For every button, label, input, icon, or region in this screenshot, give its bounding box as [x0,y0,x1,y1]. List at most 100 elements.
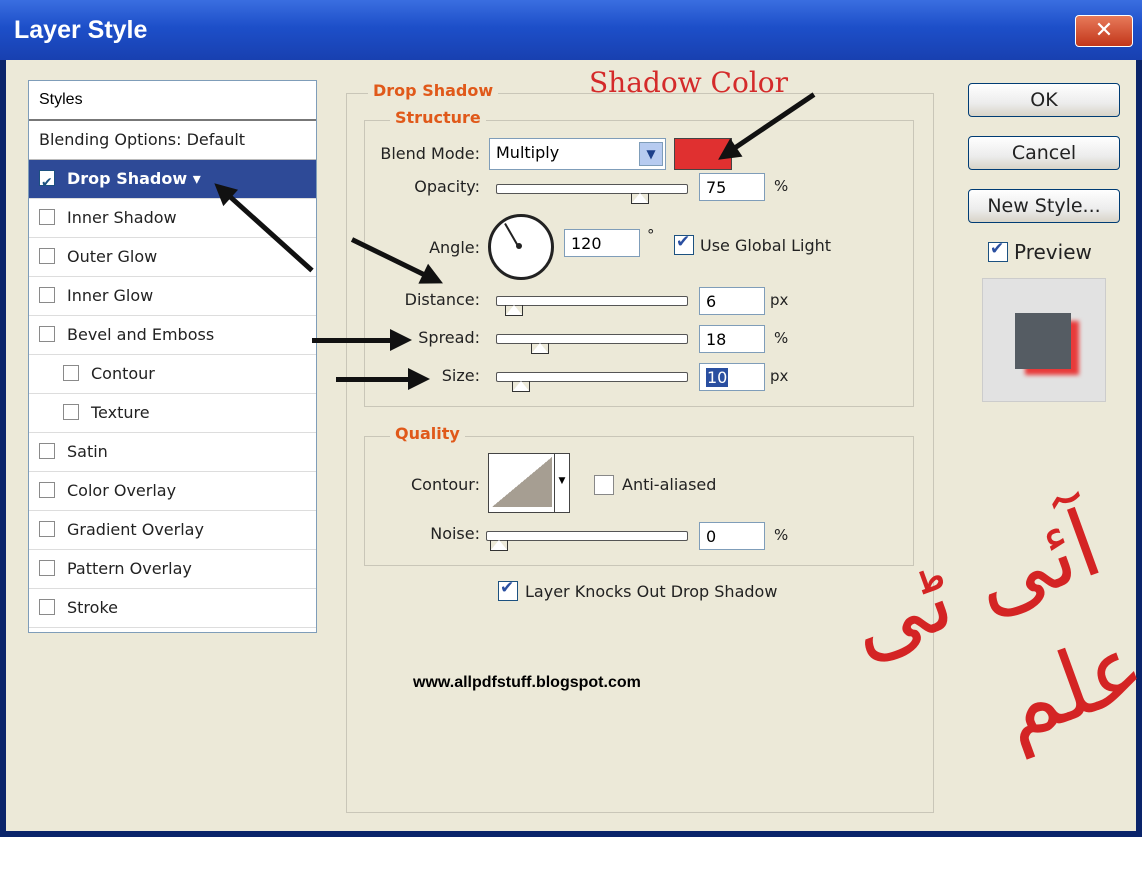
opacity-slider-thumb[interactable] [630,193,649,204]
size-field[interactable]: 10 [699,363,765,391]
size-unit: px [770,367,789,385]
distance-unit: px [770,291,789,309]
new-style-button[interactable]: New Style... [968,189,1120,223]
preview-thumbnail [982,278,1106,402]
shadow-color-annotation: Shadow Color [589,66,789,99]
distance-slider[interactable] [496,296,688,306]
style-item[interactable]: Pattern Overlay [29,550,316,589]
style-item-label: Inner Shadow [67,208,177,227]
noise-unit: % [774,526,789,544]
spread-field[interactable]: 18 [699,325,765,353]
style-checkbox[interactable] [39,325,55,342]
style-item[interactable]: Bevel and Emboss [29,316,316,355]
structure-title: Structure [390,108,486,127]
size-slider-thumb[interactable] [512,381,531,392]
drop-shadow-title: Drop Shadow [368,81,499,100]
arrow-annotation-spread [312,329,412,351]
style-item[interactable]: Drop Shadow ▾ [29,160,316,202]
window-title: Layer Style [14,16,148,44]
title-bar: Layer Style ✕ [0,0,1142,60]
chevron-down-icon: ▾ [187,169,201,188]
chevron-down-icon[interactable]: ▼ [639,142,663,166]
styles-header[interactable]: Styles [29,81,316,121]
style-item[interactable]: Color Overlay [29,472,316,511]
style-item-label: Outer Glow [67,247,158,266]
style-item-label: Contour [91,364,155,383]
style-item[interactable]: Gradient Overlay [29,511,316,550]
style-checkbox[interactable] [39,520,55,537]
contour-dropdown-icon[interactable]: ▼ [554,454,569,512]
style-item-label: Gradient Overlay [67,520,204,539]
style-checkbox[interactable] [39,481,55,498]
style-item[interactable]: Outer Glow [29,238,316,277]
spread-slider[interactable] [496,334,688,344]
contour-picker[interactable]: ▼ [488,453,570,513]
style-checkbox[interactable] [39,598,55,615]
blend-mode-value: Multiply [496,143,560,162]
close-button[interactable]: ✕ [1075,15,1133,47]
size-value-selected: 10 [706,368,729,387]
style-item-label: Inner Glow [67,286,154,305]
dialog-client: Styles Blending Options: Default Drop Sh… [6,60,1142,831]
knockout-checkbox[interactable] [498,578,518,601]
opacity-unit: % [774,177,789,195]
contour-preview [492,457,552,507]
style-items: Drop Shadow ▾ Inner Shadow Outer Glow Inner… [29,160,316,628]
spread-unit: % [774,329,789,347]
style-item[interactable]: Satin [29,433,316,472]
use-global-light-checkbox[interactable] [674,232,694,255]
noise-field[interactable]: 0 [699,522,765,550]
style-item-label: Satin [67,442,108,461]
angle-field[interactable]: 120 [564,229,640,257]
style-checkbox[interactable] [39,442,55,459]
style-checkbox[interactable] [39,247,55,264]
use-global-light-label: Use Global Light [700,236,832,255]
angle-center [516,243,522,249]
style-item[interactable]: Stroke [29,589,316,628]
quality-title: Quality [390,424,465,443]
noise-slider[interactable] [486,531,688,541]
spread-slider-thumb[interactable] [531,343,550,354]
style-checkbox[interactable] [39,286,55,303]
style-item-label: Drop Shadow [67,169,188,188]
style-checkbox[interactable] [63,364,79,381]
contour-label: Contour: [411,475,480,494]
style-item-label: Color Overlay [67,481,177,500]
quality-group [364,436,914,566]
style-checkbox[interactable] [39,164,55,202]
noise-slider-thumb[interactable] [490,540,508,551]
opacity-slider[interactable] [496,184,688,194]
style-item[interactable]: Inner Glow [29,277,316,316]
distance-field[interactable]: 6 [699,287,765,315]
blend-mode-select[interactable]: Multiply ▼ [489,138,666,170]
style-item[interactable]: Contour [29,355,316,394]
style-item-label: Texture [91,403,150,422]
style-checkbox[interactable] [39,559,55,576]
blending-options-item[interactable]: Blending Options: Default [29,121,316,160]
style-checkbox[interactable] [63,403,79,420]
style-item[interactable]: Texture [29,394,316,433]
style-item-label: Bevel and Emboss [67,325,215,344]
preview-square [1015,313,1071,369]
knockout-label: Layer Knocks Out Drop Shadow [525,582,778,601]
cancel-button[interactable]: Cancel [968,136,1120,170]
style-checkbox[interactable] [39,208,55,225]
anti-aliased-checkbox[interactable] [594,475,614,495]
distance-slider-thumb[interactable] [505,305,524,316]
ok-button[interactable]: OK [968,83,1120,117]
blend-mode-label: Blend Mode: [380,144,480,163]
angle-unit: ° [647,226,655,244]
opacity-label: Opacity: [414,177,480,196]
preview-label: Preview [1014,240,1092,264]
styles-list: Styles Blending Options: Default Drop Sh… [28,80,317,633]
website-caption: www.allpdfstuff.blogspot.com [413,674,641,691]
preview-checkbox[interactable] [988,239,1008,262]
arrow-annotation-size [336,368,430,390]
layer-style-dialog: Layer Style ✕ Styles Blending Options: D… [0,0,1142,837]
distance-label: Distance: [404,290,480,309]
anti-aliased-label: Anti-aliased [622,475,717,494]
opacity-field[interactable]: 75 [699,173,765,201]
style-item-label: Stroke [67,598,118,617]
angle-dial[interactable] [488,214,554,280]
style-item-label: Pattern Overlay [67,559,192,578]
